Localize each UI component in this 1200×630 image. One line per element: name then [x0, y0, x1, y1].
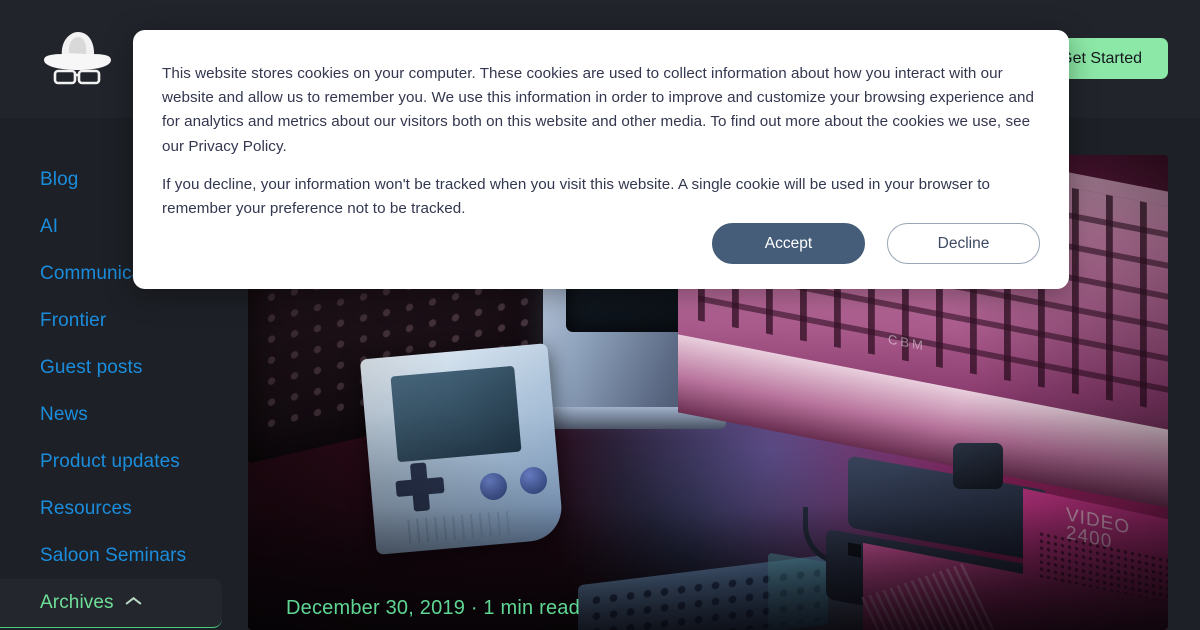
sidebar-item-label: Product updates [40, 450, 180, 472]
accept-cookies-button[interactable]: Accept [712, 223, 865, 264]
page-root: CBM VIDEO2400 December 30, 2019 · 1 min [0, 0, 1200, 630]
sidebar-item-label: Saloon Seminars [40, 544, 187, 566]
sidebar-item-label: AI [40, 215, 59, 237]
sidebar-item-label: Archives [40, 592, 114, 613]
sidebar-item-label: Guest posts [40, 356, 143, 378]
cookie-consent-dialog: This website stores cookies on your comp… [133, 30, 1069, 289]
article-meta: December 30, 2019 · 1 min read [286, 597, 580, 619]
decline-cookies-button[interactable]: Decline [887, 223, 1040, 264]
sidebar-item-product-updates[interactable]: Product updates [0, 438, 222, 485]
cookie-paragraph-2: If you decline, your information won't b… [162, 175, 991, 218]
cookie-dialog-actions: Accept Decline [712, 223, 1040, 264]
sidebar-item-archives[interactable]: Archives [0, 579, 222, 628]
sidebar-item-label: Frontier [40, 309, 107, 331]
sidebar-item-guest-posts[interactable]: Guest posts [0, 344, 222, 391]
sidebar-item-news[interactable]: News [0, 391, 222, 438]
sidebar-item-resources[interactable]: Resources [0, 485, 222, 532]
sidebar-item-saloon-seminars[interactable]: Saloon Seminars [0, 532, 222, 579]
cookie-paragraph-1: This website stores cookies on your comp… [162, 65, 1035, 155]
sidebar-item-frontier[interactable]: Frontier [0, 297, 222, 344]
cowboy-hat-sunglasses-icon [38, 27, 116, 89]
sidebar-item-label: Blog [40, 168, 79, 190]
sidebar-item-label: News [40, 403, 88, 425]
sidebar-item-label: Resources [40, 497, 132, 519]
chevron-up-icon [126, 599, 141, 608]
